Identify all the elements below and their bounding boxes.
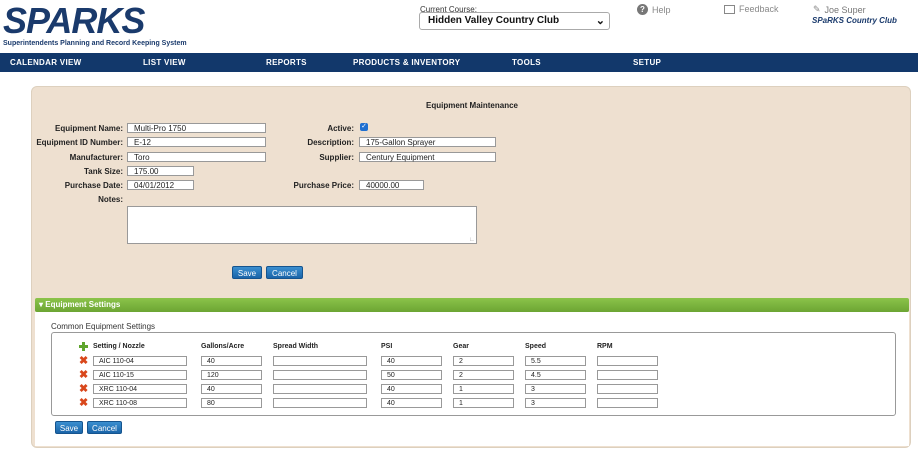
course-select-value: Hidden Valley Country Club [428, 15, 560, 26]
user-menu[interactable]: ✎ Joe Super [813, 4, 866, 15]
col-setting-nozzle: Setting / Nozzle [93, 343, 145, 350]
chevron-down-icon: ⌄ [595, 15, 605, 27]
tank-size-field[interactable]: 175.00 [127, 166, 194, 176]
gear-cell[interactable]: 2 [453, 356, 514, 366]
gallons-acre-cell[interactable]: 40 [201, 384, 262, 394]
setting-nozzle-cell[interactable]: XRC 110-04 [93, 384, 187, 394]
active-label: Active: [327, 124, 354, 133]
spread-width-cell[interactable] [273, 356, 367, 366]
nav-calendar-view[interactable]: CALENDAR VIEW [10, 58, 81, 67]
spread-width-cell[interactable] [273, 370, 367, 380]
settings-table: Setting / Nozzle Gallons/Acre Spread Wid… [51, 332, 896, 416]
add-setting-icon[interactable] [79, 342, 88, 351]
speed-cell[interactable]: 4.5 [525, 370, 586, 380]
help-label: Help [652, 4, 671, 15]
manufacturer-field[interactable]: Toro [127, 152, 266, 162]
club-name: SPaRKS Country Club [812, 16, 897, 25]
rpm-cell[interactable] [597, 356, 658, 366]
help-link[interactable]: ? Help [637, 4, 671, 15]
setting-nozzle-cell[interactable]: AIC 110-04 [93, 356, 187, 366]
delete-row-icon[interactable]: ✖ [79, 370, 88, 381]
feedback-icon [724, 4, 735, 14]
speed-cell[interactable]: 3 [525, 398, 586, 408]
equipment-settings-header[interactable]: ▾ Equipment Settings [35, 298, 909, 312]
psi-cell[interactable]: 50 [381, 370, 442, 380]
gear-cell[interactable]: 2 [453, 370, 514, 380]
save-button[interactable]: Save [232, 266, 262, 279]
speed-cell[interactable]: 3 [525, 384, 586, 394]
feedback-link[interactable]: Feedback [724, 4, 779, 14]
psi-cell[interactable]: 40 [381, 384, 442, 394]
sparks-logo[interactable]: SPARKS Superintendents Planning and Reco… [3, 0, 187, 48]
delete-row-icon[interactable]: ✖ [79, 398, 88, 409]
rpm-cell[interactable] [597, 370, 658, 380]
cancel-button[interactable]: Cancel [266, 266, 303, 279]
supplier-label: Supplier: [319, 153, 354, 162]
nav-tools[interactable]: TOOLS [512, 58, 541, 67]
course-select[interactable]: Hidden Valley Country Club ⌄ [419, 12, 610, 30]
notes-textarea[interactable]: ∟ [127, 206, 477, 244]
setting-nozzle-cell[interactable]: AIC 110-15 [93, 370, 187, 380]
equipment-settings-title: Equipment Settings [45, 300, 121, 309]
page-title: Equipment Maintenance [425, 101, 518, 110]
col-rpm: RPM [597, 343, 613, 350]
equipment-settings-body: Common Equipment Settings Setting / Nozz… [35, 312, 909, 446]
gallons-acre-cell[interactable]: 120 [201, 370, 262, 380]
rpm-cell[interactable] [597, 398, 658, 408]
collapse-icon: ▾ [39, 300, 44, 309]
col-psi: PSI [381, 343, 393, 350]
gallons-acre-cell[interactable]: 80 [201, 398, 262, 408]
settings-cancel-button[interactable]: Cancel [87, 421, 122, 434]
psi-cell[interactable]: 40 [381, 398, 442, 408]
help-icon: ? [637, 4, 648, 15]
app-header: SPARKS Superintendents Planning and Reco… [0, 0, 918, 53]
common-settings-label: Common Equipment Settings [51, 322, 156, 331]
nav-list-view[interactable]: LIST VIEW [143, 58, 186, 67]
logo-text: SPARKS [3, 0, 145, 41]
speed-cell[interactable]: 5.5 [525, 356, 586, 366]
col-speed: Speed [525, 343, 547, 350]
rpm-cell[interactable] [597, 384, 658, 394]
active-checkbox[interactable]: ✓ [360, 123, 368, 131]
supplier-field[interactable]: Century Equipment [359, 152, 496, 162]
nav-setup[interactable]: SETUP [633, 58, 661, 67]
gear-cell[interactable]: 1 [453, 384, 514, 394]
col-gallons-acre: Gallons/Acre [201, 343, 245, 350]
gallons-acre-cell[interactable]: 40 [201, 356, 262, 366]
equipment-maintenance-panel: Equipment Maintenance Equipment Name: Mu… [31, 86, 911, 448]
col-gear: Gear [453, 343, 469, 350]
user-name: Joe Super [824, 4, 866, 15]
settings-save-button[interactable]: Save [55, 421, 83, 434]
resize-grip-icon[interactable]: ∟ [469, 237, 475, 243]
purchase-price-field[interactable]: 40000.00 [359, 180, 424, 190]
tank-size-label: Tank Size: [84, 167, 123, 176]
equipment-name-label: Equipment Name: [54, 124, 123, 133]
equipment-id-field[interactable]: E-12 [127, 137, 266, 147]
purchase-date-field[interactable]: 04/01/2012 [127, 180, 194, 190]
nav-products-inventory[interactable]: PRODUCTS & INVENTORY [353, 58, 460, 67]
nav-reports[interactable]: REPORTS [266, 58, 307, 67]
user-icon: ✎ [813, 4, 821, 14]
psi-cell[interactable]: 40 [381, 356, 442, 366]
purchase-date-label: Purchase Date: [64, 181, 123, 190]
main-nav: CALENDAR VIEW LIST VIEW REPORTS PRODUCTS… [0, 53, 918, 72]
feedback-label: Feedback [739, 4, 779, 14]
notes-label: Notes: [98, 195, 123, 204]
setting-nozzle-cell[interactable]: XRC 110-08 [93, 398, 187, 408]
delete-row-icon[interactable]: ✖ [79, 356, 88, 367]
logo-tagline: Superintendents Planning and Record Keep… [3, 40, 187, 47]
description-field[interactable]: 175-Gallon Sprayer [359, 137, 496, 147]
equipment-id-label: Equipment ID Number: [36, 138, 123, 147]
spread-width-cell[interactable] [273, 384, 367, 394]
col-spread-width: Spread Width [273, 343, 319, 350]
equipment-name-field[interactable]: Multi-Pro 1750 [127, 123, 266, 133]
spread-width-cell[interactable] [273, 398, 367, 408]
delete-row-icon[interactable]: ✖ [79, 384, 88, 395]
gear-cell[interactable]: 1 [453, 398, 514, 408]
purchase-price-label: Purchase Price: [293, 181, 354, 190]
manufacturer-label: Manufacturer: [69, 153, 123, 162]
description-label: Description: [307, 138, 354, 147]
